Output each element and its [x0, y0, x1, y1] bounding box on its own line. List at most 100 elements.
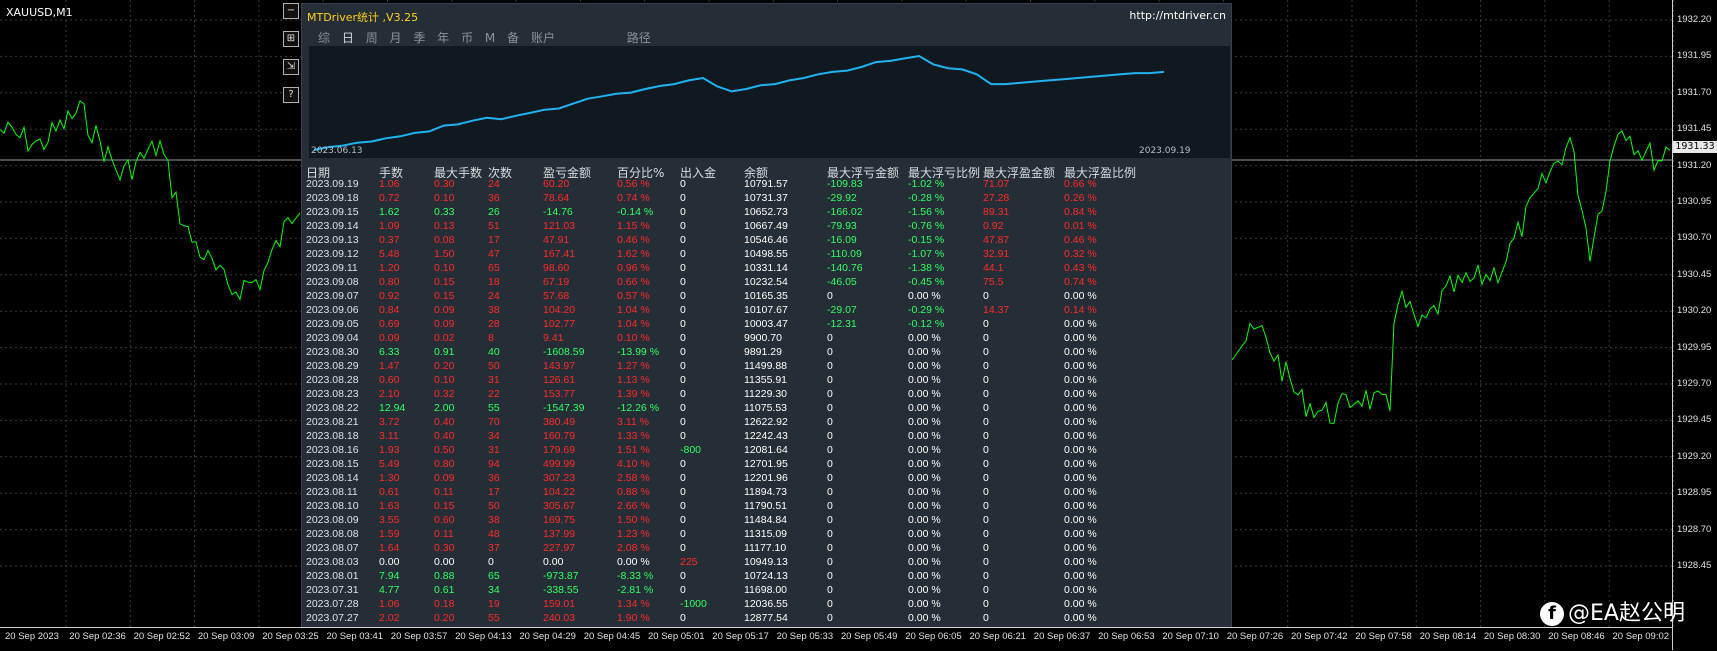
cell-lots: 6.33: [379, 346, 400, 358]
cell-lots: 3.72: [379, 416, 400, 428]
cell-pct: 1.34 %: [617, 598, 650, 610]
cell-flow: 0: [680, 220, 686, 232]
cell-date: 2023.08.22: [306, 402, 359, 414]
cell-lots: 0.92: [379, 290, 400, 302]
cell-lots: 1.30: [379, 472, 400, 484]
cell-flp: 0.00 %: [908, 612, 941, 624]
tab-summary[interactable]: 综: [318, 31, 330, 45]
tab-daily[interactable]: 日: [342, 31, 354, 45]
cell-fl: 0: [827, 556, 833, 568]
cell-pct: 0.88 %: [617, 486, 650, 498]
cell-fl: 0: [827, 584, 833, 596]
cell-flp: 0.00 %: [908, 556, 941, 568]
cell-flp: 0.00 %: [908, 444, 941, 456]
cell-bal: 10107.67: [744, 304, 788, 316]
cell-flp: 0.00 %: [908, 472, 941, 484]
table-row: 2023.08.29 1.47 0.20 50 143.97 1.27 % 0 11499.8…: [302, 360, 1231, 374]
table-row: 2023.08.23 2.10 0.32 22 153.77 1.39 % 0 11229.3…: [302, 388, 1231, 402]
cell-count: 70: [488, 416, 500, 428]
cell-flow: 0: [680, 500, 686, 512]
cell-flow: 0: [680, 304, 686, 316]
tab-magic[interactable]: M: [485, 31, 495, 45]
cell-fp: 0: [983, 458, 989, 470]
cell-flp: 0.00 %: [908, 542, 941, 554]
cell-fp: 27.28: [983, 192, 1010, 204]
cell-flp: -0.29 %: [908, 304, 945, 316]
cell-flp: 0.00 %: [908, 360, 941, 372]
cell-pnl: 57.68: [543, 290, 570, 302]
table-row: 2023.07.28 1.06 0.18 19 159.01 1.34 % -1000 120…: [302, 598, 1231, 612]
grid-button[interactable]: ⊞: [283, 31, 299, 47]
table-row: 2023.08.01 7.94 0.88 65 -973.87 -8.33 % 0 10724…: [302, 570, 1231, 584]
cell-pnl: 67.19: [543, 276, 570, 288]
table-row: 2023.08.08 1.59 0.11 48 137.99 1.23 % 0 11315.0…: [302, 528, 1231, 542]
cell-fl: 0: [827, 542, 833, 554]
cell-pnl: 98.60: [543, 262, 570, 274]
resize-button[interactable]: ⇲: [283, 59, 299, 75]
cell-flow: 0: [680, 402, 686, 414]
cell-pct: 2.66 %: [617, 500, 650, 512]
cell-fpp: 0.00 %: [1064, 570, 1097, 582]
cell-count: 31: [488, 374, 500, 386]
cell-flow: 0: [680, 584, 686, 596]
cell-count: 37: [488, 542, 500, 554]
time-label: 20 Sep 06:37: [1033, 631, 1091, 642]
cell-date: 2023.09.14: [306, 220, 359, 232]
time-label: 20 Sep 05:17: [712, 631, 769, 642]
cell-max-lots: 1.50: [434, 248, 455, 260]
cell-flow: 0: [680, 262, 686, 274]
cell-count: 36: [488, 472, 500, 484]
cell-pnl: 143.97: [543, 360, 576, 372]
cell-fpp: 0.46 %: [1064, 234, 1097, 246]
table-header: 日期 手数 最大手数 次数 盈亏金额 百分比% 出入金 余额 最大浮亏金额 最大浮亏比例 最大浮盈金…: [302, 164, 1231, 180]
help-button[interactable]: ?: [283, 87, 299, 103]
cell-fpp: 0.00 %: [1064, 458, 1097, 470]
cell-max-lots: 0.08: [434, 234, 455, 246]
panel-title: MTDriver统计 ,V3.25: [307, 11, 419, 24]
cell-flp: -0.12 %: [908, 318, 945, 330]
cell-flow: 0: [680, 248, 686, 260]
cell-count: 65: [488, 262, 500, 274]
cell-bal: 11499.88: [744, 360, 788, 372]
table-row: 2023.08.18 3.11 0.40 34 160.79 1.33 % 0 12242.4…: [302, 430, 1231, 444]
table-row: 2023.09.14 1.09 0.13 51 121.03 1.15 % 0 10667.4…: [302, 220, 1231, 234]
table-row: 2023.08.14 1.30 0.09 36 307.23 2.58 % 0 12201.9…: [302, 472, 1231, 486]
tab-weekly[interactable]: 周: [366, 31, 378, 45]
cell-count: 47: [488, 248, 500, 260]
cell-date: 2023.08.28: [306, 374, 359, 386]
cell-fpp: 0.00 %: [1064, 556, 1097, 568]
price-line-right: [1229, 130, 1671, 424]
cell-max-lots: 0.88: [434, 570, 455, 582]
cell-fpp: 0.74 %: [1064, 276, 1097, 288]
tab-yearly[interactable]: 年: [437, 31, 449, 45]
cell-lots: 1.93: [379, 444, 400, 456]
panel-url-link[interactable]: http://mtdriver.cn: [1129, 9, 1226, 22]
cell-count: 38: [488, 304, 500, 316]
tab-route[interactable]: 路径: [627, 31, 651, 45]
tab-quarterly[interactable]: 季: [413, 31, 425, 45]
cell-fp: 0: [983, 318, 989, 330]
cell-fl: 0: [827, 416, 833, 428]
cell-max-lots: 0.15: [434, 276, 455, 288]
cell-pnl: 169.75: [543, 514, 576, 526]
time-label: 20 Sep 09:02: [1612, 631, 1670, 642]
cell-lots: 5.49: [379, 458, 400, 470]
cell-date: 2023.08.08: [306, 528, 359, 540]
cell-fpp: 0.14 %: [1064, 304, 1097, 316]
tab-currency[interactable]: 币: [461, 31, 473, 45]
cell-flow: 0: [680, 514, 686, 526]
cell-bal: 10724.13: [744, 570, 788, 582]
cell-pct: 0.10 %: [617, 332, 650, 344]
cell-pnl: 499.99: [543, 458, 576, 470]
tab-notes[interactable]: 备: [507, 31, 519, 45]
minimize-button[interactable]: −: [283, 3, 299, 19]
cell-count: 19: [488, 598, 500, 610]
tab-account[interactable]: 账户: [531, 31, 555, 45]
cell-flp: -1.02 %: [908, 178, 945, 190]
cell-lots: 1.06: [379, 598, 400, 610]
tab-monthly[interactable]: 月: [390, 31, 402, 45]
cell-bal: 12036.55: [744, 598, 788, 610]
cell-max-lots: 0.15: [434, 500, 455, 512]
cell-flp: 0.00 %: [908, 486, 941, 498]
cell-bal: 10165.35: [744, 290, 788, 302]
